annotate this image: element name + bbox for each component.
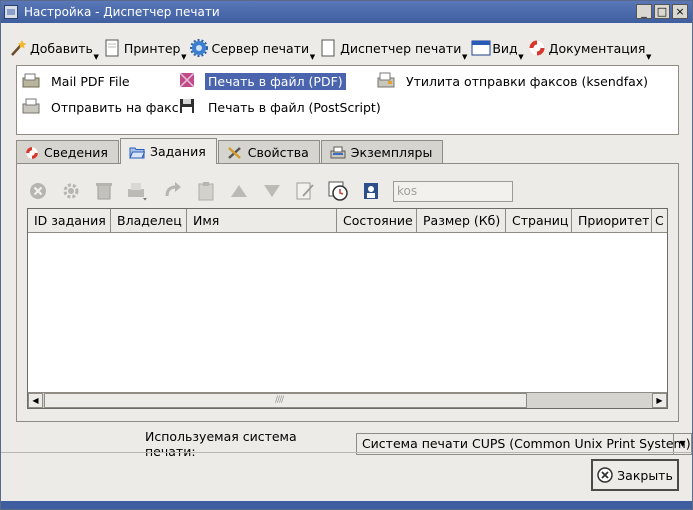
tab-properties-label: Свойства	[247, 145, 309, 160]
printer-print-to-ps-label: Печать в файл (PostScript)	[208, 99, 381, 115]
tab-instances-label: Экземпляры	[350, 145, 433, 160]
printers-list: Mail PDF File Печать в файл (PDF) Утилит…	[16, 65, 679, 135]
document-icon	[319, 39, 337, 57]
jobs-panel: kos ID задания Владелец Имя Состояние Ра…	[16, 163, 679, 422]
window-icon[interactable]	[4, 5, 18, 19]
menu-view-label: Вид	[492, 40, 518, 56]
floppy-icon	[179, 98, 197, 116]
chevron-down-icon: ▼	[518, 53, 524, 61]
tab-jobs-label: Задания	[149, 144, 206, 159]
folder-open-icon	[129, 145, 146, 159]
printer-mail-pdf-label: Mail PDF File	[51, 73, 130, 89]
tab-jobs[interactable]: Задания	[119, 138, 217, 164]
close-button-label: Закрыть	[617, 467, 673, 483]
menu-print-manager-label: Диспетчер печати	[340, 40, 462, 56]
menu-print-server[interactable]: Сервер печати ▼	[190, 39, 315, 61]
clipboard-icon[interactable]	[195, 180, 217, 202]
menu-print-server-label: Сервер печати	[211, 40, 310, 56]
jobs-table: ID задания Владелец Имя Состояние Размер…	[27, 208, 668, 409]
close-button[interactable]: Закрыть	[591, 459, 679, 491]
tab-info[interactable]: Сведения	[16, 140, 119, 164]
close-window-button[interactable]: ×	[672, 4, 688, 19]
minimize-button[interactable]: _	[636, 4, 652, 19]
chevron-down-icon: ▼	[181, 53, 187, 61]
print-system-value: Система печати CUPS (Common Unix Print S…	[361, 436, 691, 451]
move-to-printer-icon[interactable]	[126, 180, 148, 202]
server-gear-icon	[190, 39, 209, 57]
chevron-down-icon: ▼	[646, 53, 652, 61]
menu-add-label: Добавить	[30, 40, 93, 56]
move-down-icon[interactable]	[261, 180, 283, 202]
tab-properties[interactable]: Свойства	[217, 140, 320, 164]
maximize-button[interactable]: □	[654, 4, 670, 19]
chevron-down-icon: ▼	[93, 53, 99, 61]
column-header-state[interactable]: Состояние	[337, 209, 417, 233]
title-bar[interactable]: Настройка - Диспетчер печати _ □ ×	[1, 1, 692, 23]
move-up-icon[interactable]	[228, 180, 250, 202]
user-filter-input[interactable]: kos	[393, 180, 513, 202]
column-header-owner[interactable]: Владелец	[111, 209, 187, 233]
print-system-row: Используемая система печати: Система печ…	[145, 429, 692, 459]
toolbar-menu: Добавить ▼ Принтер ▼ Сервер печати ▼ Дис…	[9, 35, 655, 61]
window-controls: _ □ ×	[636, 4, 688, 19]
print-manager-window: Настройка - Диспетчер печати _ □ × Добав…	[0, 0, 693, 510]
window-bottom-border	[1, 501, 692, 509]
settings-icon[interactable]	[60, 180, 82, 202]
scrollbar-thumb[interactable]	[44, 393, 527, 408]
printer-send-fax[interactable]: Отправить на факс	[22, 98, 182, 116]
tab-instances[interactable]: Экземпляры	[320, 140, 444, 164]
printer-print-to-pdf[interactable]: Печать в файл (PDF)	[179, 72, 346, 90]
column-header-job-id[interactable]: ID задания	[28, 209, 111, 233]
mail-pdf-icon	[22, 72, 40, 90]
menu-documentation-label: Документация	[548, 40, 646, 56]
printer-print-to-ps[interactable]: Печать в файл (PostScript)	[179, 98, 384, 116]
printer-mail-pdf[interactable]: Mail PDF File	[22, 72, 133, 90]
horizontal-scrollbar[interactable]: ◀ ▶	[28, 392, 667, 408]
tab-info-label: Сведения	[44, 145, 108, 160]
menu-view[interactable]: Вид ▼	[471, 39, 524, 61]
tab-bar: Сведения Задания Свойства Экземпляры	[16, 138, 444, 164]
printer-fax-utility-label: Утилита отправки факсов (ksendfax)	[406, 73, 649, 89]
print-system-label: Используемая система печати:	[145, 429, 297, 459]
clock-icon[interactable]	[327, 180, 349, 202]
menu-print-manager[interactable]: Диспетчер печати ▼	[319, 39, 467, 61]
wand-icon	[9, 39, 27, 57]
fax-icon	[22, 98, 40, 116]
close-icon	[597, 467, 613, 483]
menu-add[interactable]: Добавить ▼	[9, 39, 99, 61]
trash-icon[interactable]	[93, 180, 115, 202]
window-view-icon	[471, 39, 491, 57]
printer-print-to-pdf-label: Печать в файл (PDF)	[205, 72, 346, 90]
column-header-name[interactable]: Имя	[187, 209, 337, 233]
menu-printer-label: Принтер	[123, 40, 181, 56]
pdf-file-icon	[179, 72, 197, 90]
column-header-size[interactable]: Размер (Кб)	[417, 209, 506, 233]
printer-fax-utility[interactable]: Утилита отправки факсов (ksendfax)	[377, 72, 651, 90]
chevron-down-icon: ▼	[461, 53, 468, 61]
chevron-down-icon: ▼	[309, 53, 316, 61]
edit-document-icon[interactable]	[294, 180, 316, 202]
divider	[1, 452, 692, 453]
tools-icon	[227, 146, 243, 160]
menu-printer[interactable]: Принтер ▼	[103, 39, 186, 61]
jobs-table-header: ID задания Владелец Имя Состояние Размер…	[28, 209, 667, 233]
lifebuoy-icon	[25, 146, 39, 160]
scroll-right-icon[interactable]: ▶	[652, 393, 667, 408]
column-header-priority[interactable]: Приоритет	[572, 209, 652, 233]
redo-icon[interactable]	[162, 180, 184, 202]
window-title: Настройка - Диспетчер печати	[24, 5, 220, 19]
printer-doc-icon	[103, 39, 121, 57]
column-header-more[interactable]: С	[652, 209, 667, 233]
scroll-left-icon[interactable]: ◀	[28, 393, 43, 408]
column-header-pages[interactable]: Страниц	[506, 209, 572, 233]
chevron-down-icon[interactable]: ▼	[673, 434, 691, 454]
user-filter-icon[interactable]	[360, 180, 382, 202]
printer-send-fax-label: Отправить на факс	[51, 99, 179, 115]
menu-documentation[interactable]: Документация ▼	[528, 39, 651, 61]
cancel-job-icon[interactable]	[27, 180, 49, 202]
lifebuoy-icon	[528, 39, 546, 57]
fax-utility-icon	[377, 72, 395, 90]
jobs-toolbar: kos	[27, 178, 513, 204]
printer-icon	[330, 146, 346, 160]
